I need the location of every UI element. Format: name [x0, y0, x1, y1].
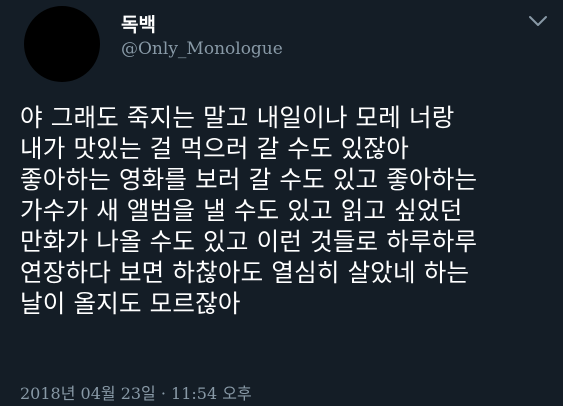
chevron-down-icon[interactable]	[527, 12, 549, 30]
tweet-text-line: 날이 올지도 모르잖아	[20, 289, 241, 318]
tweet-text-line: 내가 맛있는 걸 먹으러 갈 수도 있잖아	[20, 134, 410, 163]
tweet-timestamp[interactable]: 2018년 04월 23일 · 11:54 오후	[20, 380, 252, 404]
author-display-name[interactable]: 독백	[121, 10, 156, 37]
tweet-text-line: 만화가 나올 수도 있고 이런 것들로 하루하루	[20, 227, 478, 256]
tweet-text-line: 좋아하는 영화를 보러 갈 수도 있고 좋아하는	[20, 165, 478, 194]
tweet-text: 야 그래도 죽지는 말고 내일이나 모레 너랑 내가 맛있는 걸 먹으러 갈 수…	[20, 102, 560, 319]
author-handle[interactable]: @Only_Monologue	[121, 39, 283, 59]
tweet-text-line: 야 그래도 죽지는 말고 내일이나 모레 너랑	[20, 103, 455, 132]
tweet-text-line: 가수가 새 앨범을 낼 수도 있고 읽고 싶었던	[20, 196, 463, 225]
tweet-text-line: 연장하다 보면 하찮아도 열심히 살았네 하는	[20, 258, 470, 287]
avatar[interactable]	[24, 6, 100, 82]
tweet-card: 독백 @Only_Monologue 야 그래도 죽지는 말고 내일이나 모레 …	[0, 0, 563, 406]
